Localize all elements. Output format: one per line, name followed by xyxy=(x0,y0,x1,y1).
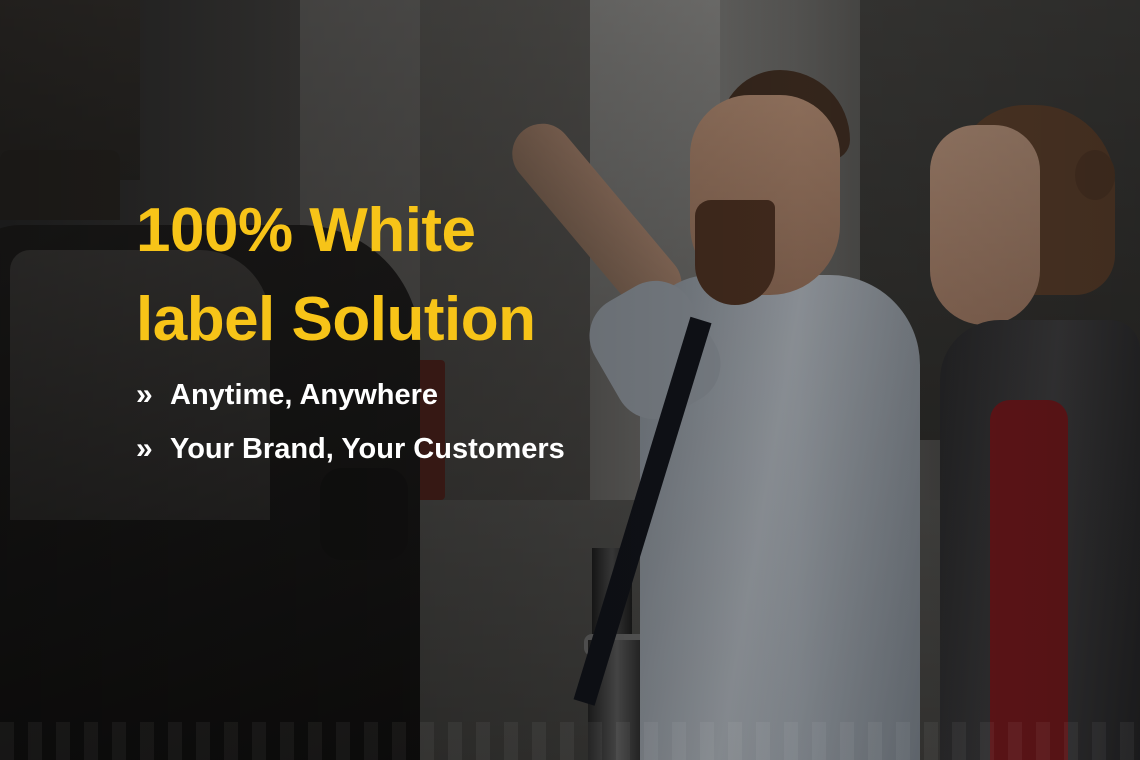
headline-line-2: label Solution xyxy=(136,285,536,354)
double-chevron-icon: » xyxy=(136,432,153,465)
feature-item: » Anytime, Anywhere xyxy=(136,368,565,422)
feature-text: Anytime, Anywhere xyxy=(170,378,439,411)
feature-item: » Your Brand, Your Customers xyxy=(136,422,565,476)
feature-text: Your Brand, Your Customers xyxy=(170,432,565,465)
double-chevron-icon: » xyxy=(136,378,153,411)
hero-headline: 100% White label Solution xyxy=(136,186,596,364)
checkered-strip xyxy=(0,722,1140,760)
headline-line-1: 100% White xyxy=(136,196,476,265)
hero-banner: 100% White label Solution » Anytime, Any… xyxy=(0,0,1140,760)
feature-list: » Anytime, Anywhere » Your Brand, Your C… xyxy=(136,368,565,476)
